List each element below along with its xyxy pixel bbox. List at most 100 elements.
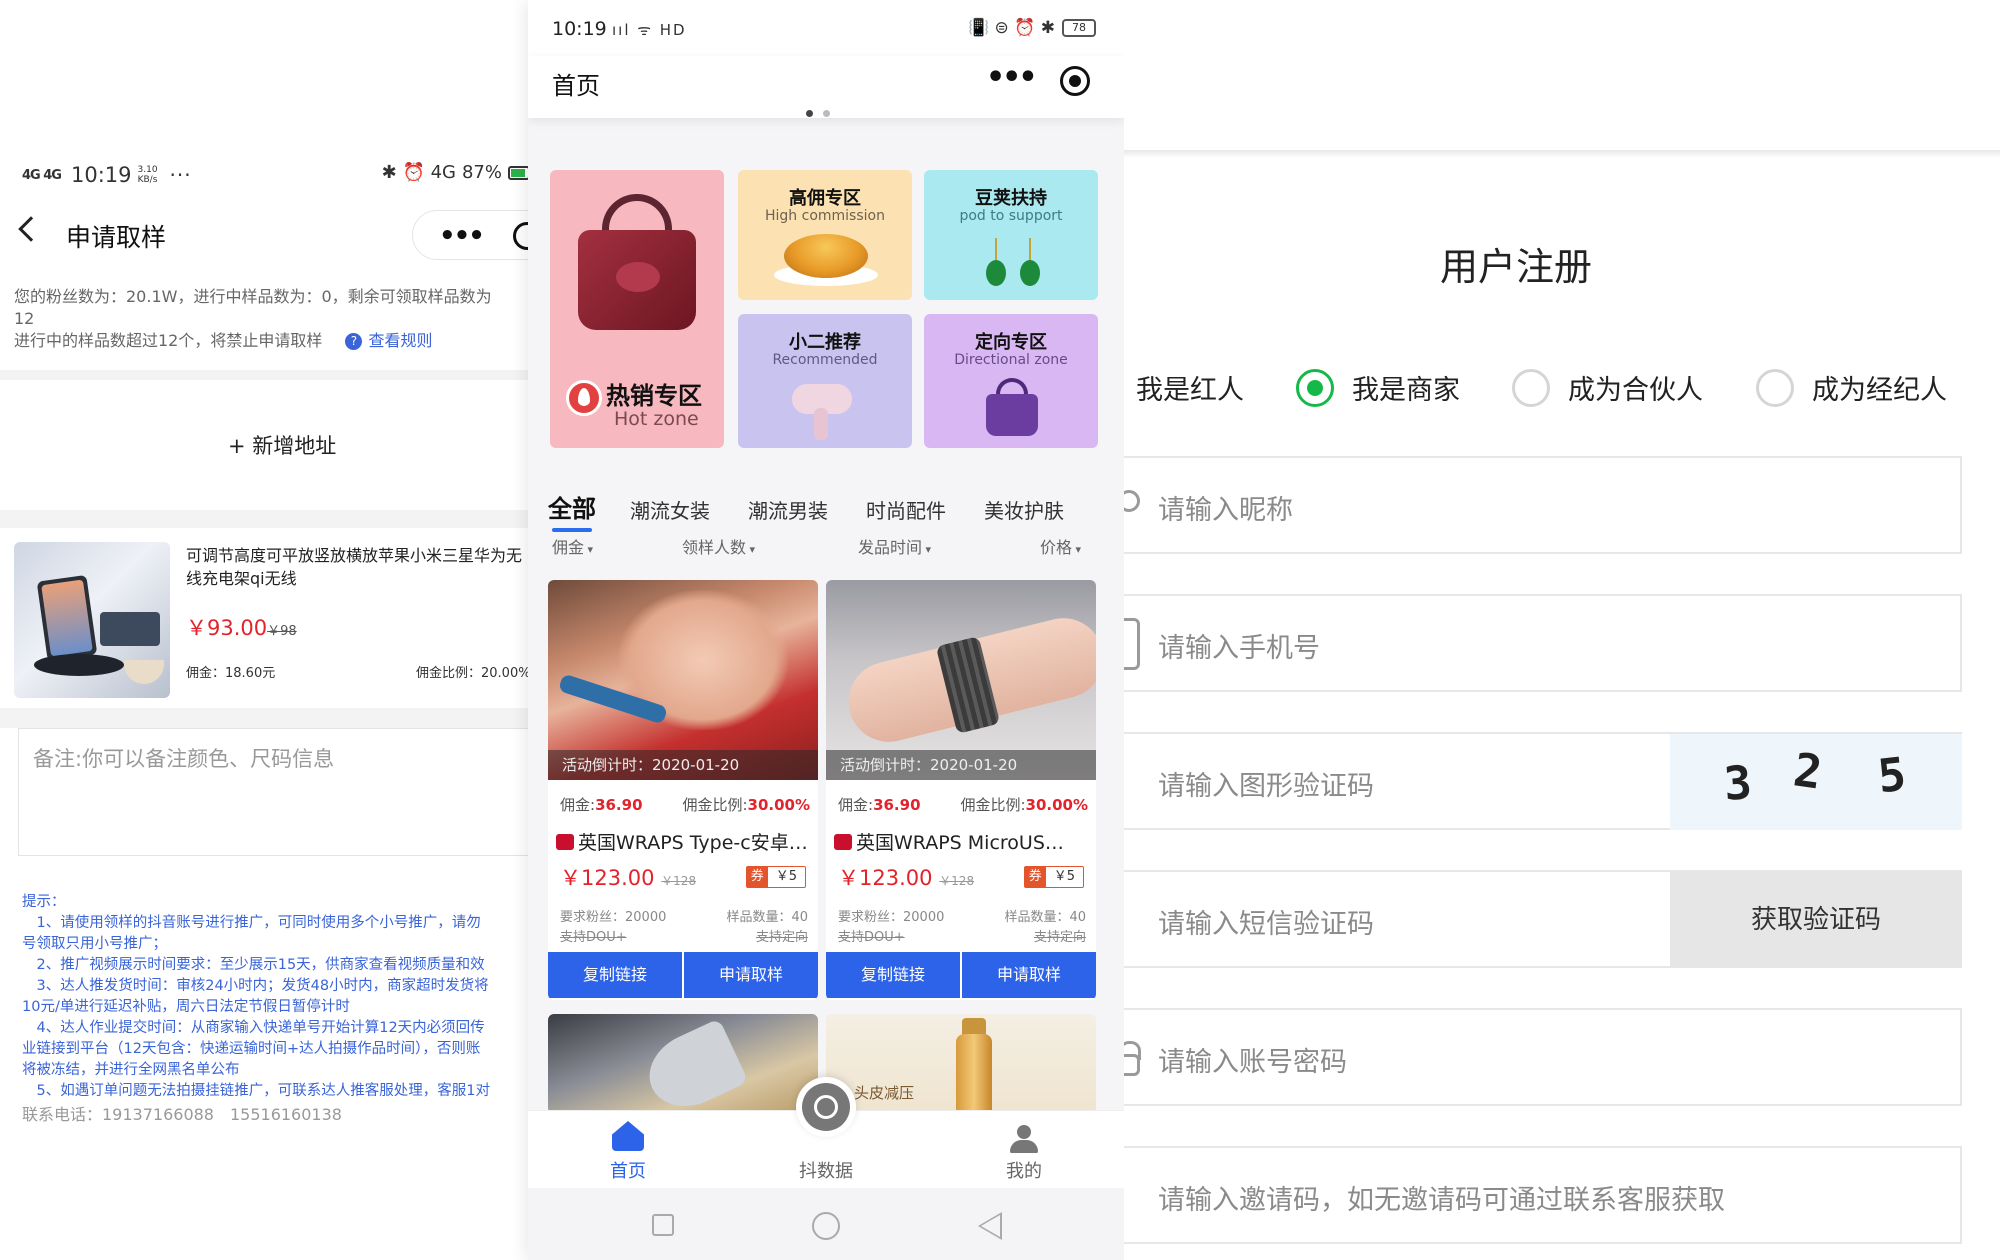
sort-publish-time[interactable]: 发品时间 [858, 534, 931, 558]
status-icons: 📳 ⊜ ⏰ ✱ [967, 18, 1055, 38]
role-partner[interactable]: 成为合伙人 [1512, 368, 1703, 407]
product-card[interactable]: 活动倒计时：2020-01-20 佣金:36.90 佣金比例:30.00% 英国… [826, 580, 1096, 1000]
coupon-badge: 券 ￥5 [1023, 866, 1084, 888]
zone-pod-support[interactable]: 豆荚扶持 pod to support [924, 170, 1098, 300]
invite-code-field[interactable]: 请输入邀请码，如无邀请码可通过联系客服获取 [1124, 1146, 1962, 1244]
bottle-image [956, 1034, 992, 1114]
dou-support: 支持DOU+ [560, 930, 627, 945]
tips-section: 提示： 1、请使用领样的抖音账号进行推广，可同时使用多个小号推广，请勿 号领取只… [22, 892, 530, 1125]
tab-beauty[interactable]: 美妆护肤 [984, 495, 1064, 524]
tab-accessories[interactable]: 时尚配件 [866, 495, 946, 524]
more-icon[interactable]: ••• [986, 60, 1038, 95]
radio-icon [1756, 368, 1794, 407]
contact-phone: 联系电话：19137166088 15516160138 [22, 1105, 342, 1124]
remark-placeholder: 备注:你可以备注颜色、尺码信息 [33, 747, 335, 771]
dou-support: 支持DOU+ [838, 930, 905, 945]
home-button-icon[interactable] [812, 1212, 840, 1240]
sort-commission[interactable]: 佣金 [552, 534, 593, 558]
data-icon [796, 1077, 856, 1137]
sample-quantity: 样品数量：40 [726, 910, 808, 925]
captcha-field[interactable]: 请输入图形验证码 3 2 5 [1124, 732, 1962, 830]
tab-men[interactable]: 潮流男装 [748, 495, 828, 524]
zone-directional[interactable]: 定向专区 Directional zone [924, 314, 1098, 448]
original-price: ￥98 [267, 624, 297, 639]
tab-all[interactable]: 全部 [548, 489, 596, 532]
commission-row: 佣金:36.90 佣金比例:30.00% [560, 796, 810, 814]
uk-flag-icon [834, 834, 852, 850]
nav-bar: 首页 ••• [528, 56, 1124, 118]
captcha-image[interactable]: 3 2 5 [1670, 734, 1962, 830]
sort-price[interactable]: 价格 [1040, 534, 1081, 558]
product-price: ￥123.00 ￥128 [838, 866, 975, 890]
zone-title: 热销专区 [606, 382, 702, 410]
copy-link-button[interactable]: 复制链接 [826, 952, 960, 998]
battery-icon [508, 165, 530, 180]
radio-checked-icon [1296, 368, 1334, 407]
user-icon [1124, 490, 1140, 512]
product-image-label: 头皮减压 [854, 1084, 915, 1102]
get-code-button[interactable]: 获取验证码 [1670, 872, 1962, 968]
password-field[interactable]: 请输入账号密码 [1124, 1008, 1962, 1106]
purple-bag-image [986, 394, 1038, 436]
status-time: 10:19 [552, 18, 607, 40]
add-address-label: + 新增地址 [228, 434, 337, 458]
question-icon: ? [345, 333, 363, 350]
zone-subtitle: pod to support [959, 208, 1063, 224]
tab-women[interactable]: 潮流女装 [630, 495, 710, 524]
role-agent[interactable]: 成为经纪人 [1756, 368, 1947, 407]
product-card[interactable]: 头皮减压 [826, 1014, 1096, 1114]
role-selector: 我是红人 我是商家 成为合伙人 成为经纪人 [1124, 368, 2000, 424]
add-address-button[interactable]: + 新增地址 [0, 380, 530, 510]
sms-code-field[interactable]: 请输入短信验证码 获取验证码 [1124, 870, 1962, 968]
zone-recommended[interactable]: 小二推荐 Recommended [738, 314, 912, 448]
directional-support: 支持定向 [755, 930, 808, 945]
remark-textarea[interactable]: 备注:你可以备注颜色、尺码信息 [18, 728, 530, 856]
battery-percent: 87% [461, 162, 502, 183]
commission-amount: 佣金：18.60元 [186, 666, 276, 681]
required-fans: 要求粉丝：20000 [838, 910, 945, 925]
cake-image [784, 234, 868, 278]
nav-bar: 申请取样 ••• [0, 206, 530, 266]
more-icon[interactable]: ••• [439, 221, 485, 251]
close-mini-program-icon[interactable] [1060, 66, 1090, 96]
product-title: 英国WRAPS MicroUS… [834, 828, 1092, 855]
home-icon [612, 1121, 644, 1151]
nickname-field[interactable]: 请输入昵称 [1124, 456, 1962, 554]
zone-hot[interactable]: 热销专区 Hot zone [550, 170, 724, 448]
back-icon[interactable] [18, 216, 44, 242]
view-rules-link[interactable]: ? 查看规则 [345, 331, 432, 350]
product-item[interactable]: 可调节高度可平放竖放横放苹果小米三星华为无线充电架qi无线 ￥93.00￥98 … [0, 528, 530, 708]
zone-subtitle: High commission [765, 208, 885, 224]
page-title: 首页 [552, 72, 600, 100]
apply-sample-button[interactable]: 申请取样 [682, 952, 818, 998]
person-icon [1008, 1125, 1040, 1153]
signal-wifi-icons: ııl ᯤ HD [612, 21, 687, 39]
apply-sample-button[interactable]: 申请取样 [960, 952, 1096, 998]
status-bar: 10:19 ııl ᯤ HD 📳 ⊜ ⏰ ✱ 78 [528, 0, 1124, 56]
zone-high-commission[interactable]: 高佣专区 High commission [738, 170, 912, 300]
recent-apps-icon[interactable] [652, 1214, 674, 1236]
sort-bar: 佣金 领样人数 发品时间 价格 [552, 534, 1100, 560]
product-card[interactable]: 活动倒计时：2020-01-20 佣金:36.90 佣金比例:30.00% 英国… [548, 580, 818, 1000]
product-card[interactable] [548, 1014, 818, 1114]
android-nav-bar [528, 1188, 1124, 1260]
directional-support: 支持定向 [1033, 930, 1086, 945]
sort-sample-count[interactable]: 领样人数 [682, 534, 755, 558]
sample-quantity: 样品数量：40 [1004, 910, 1086, 925]
role-merchant[interactable]: 我是商家 [1296, 368, 1460, 407]
product-title: 可调节高度可平放竖放横放苹果小米三星华为无线充电架qi无线 [186, 546, 523, 588]
phone-icon [1124, 618, 1140, 670]
phone-field[interactable]: 请输入手机号 [1124, 594, 1962, 692]
product-title: 英国WRAPS Type-c安卓… [556, 828, 814, 855]
role-influencer[interactable]: 我是红人 [1136, 368, 1244, 407]
status-bar: 4G 4G 10:19 3.10 KB/s ··· ✱ ⏰ 4G 87% [22, 160, 530, 190]
countdown-label: 活动倒计时：2020-01-20 [548, 750, 818, 780]
tongs-image [637, 1018, 749, 1114]
page-title: 申请取样 [66, 223, 167, 252]
back-triangle-icon[interactable] [978, 1212, 1002, 1240]
copy-link-button[interactable]: 复制链接 [548, 952, 682, 998]
mini-program-capsule: ••• [412, 210, 530, 260]
earring-image [986, 260, 1006, 286]
required-fans: 要求粉丝：20000 [560, 910, 667, 925]
network-indicator: 4G 4G [22, 167, 62, 183]
